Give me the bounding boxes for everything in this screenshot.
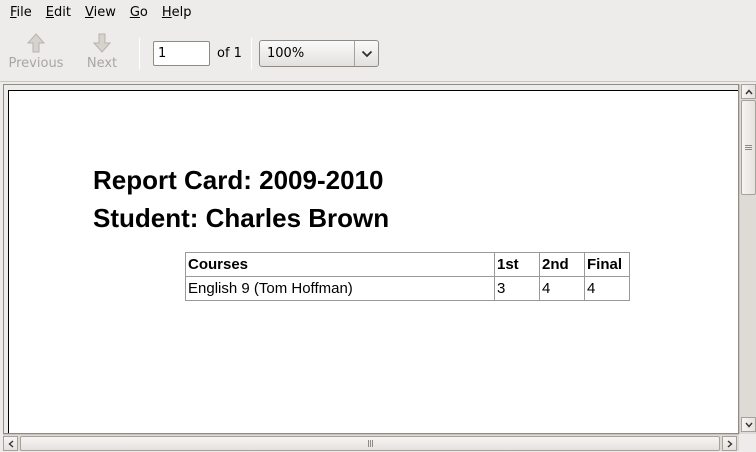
scroll-down-button[interactable]: [741, 417, 756, 432]
header-2nd: 2nd: [539, 252, 585, 277]
next-button[interactable]: Next: [84, 32, 120, 78]
chevron-down-icon: [361, 50, 372, 57]
grades-table: Courses 1st 2nd Final English 9 (Tom Hof…: [185, 252, 630, 301]
cell-1st: 3: [494, 276, 540, 301]
table-row: English 9 (Tom Hoffman) 3 4 4: [185, 276, 630, 301]
cell-final: 4: [584, 276, 630, 301]
next-label: Next: [86, 56, 118, 71]
chevron-up-icon: [744, 88, 753, 94]
up-arrow-icon: [26, 33, 46, 53]
menu-help[interactable]: Help: [155, 0, 199, 26]
chevron-left-icon: [7, 439, 13, 448]
report-title: Report Card: 2009-2010: [93, 165, 384, 195]
scroll-up-button[interactable]: [741, 84, 756, 99]
document-viewport[interactable]: Report Card: 2009-2010 Student: Charles …: [3, 84, 739, 434]
scrollbar-corner: [739, 434, 756, 452]
scroll-right-button[interactable]: [722, 436, 737, 451]
toolbar: Previous Next of 1 100%: [0, 26, 756, 82]
down-arrow-icon: [92, 33, 112, 53]
menu-edit[interactable]: Edit: [39, 0, 78, 26]
scroll-left-button[interactable]: [3, 436, 18, 451]
grip-icon: [367, 440, 373, 447]
vertical-scrollbar[interactable]: [739, 84, 756, 434]
previous-label: Previous: [8, 56, 64, 71]
menu-bar: File Edit View Go Help: [0, 0, 756, 26]
cell-2nd: 4: [539, 276, 585, 301]
chevron-down-icon: [744, 422, 753, 428]
page-count-label: of 1: [217, 46, 242, 61]
horizontal-scrollbar[interactable]: [3, 434, 739, 451]
table-header-row: Courses 1st 2nd Final: [185, 252, 630, 277]
menu-view[interactable]: View: [78, 0, 123, 26]
cell-course: English 9 (Tom Hoffman): [185, 276, 495, 301]
menu-go[interactable]: Go: [123, 0, 155, 26]
toolbar-separator: [251, 38, 252, 70]
zoom-dropdown-button[interactable]: [354, 41, 378, 66]
header-final: Final: [584, 252, 630, 277]
menu-file[interactable]: File: [3, 0, 39, 26]
student-name: Student: Charles Brown: [93, 203, 390, 233]
previous-button[interactable]: Previous: [8, 32, 64, 78]
horizontal-scroll-thumb[interactable]: [20, 436, 720, 451]
header-1st: 1st: [494, 252, 540, 277]
zoom-value: 100%: [267, 46, 305, 61]
header-courses: Courses: [185, 252, 495, 277]
page-number-input[interactable]: [153, 41, 210, 66]
zoom-select[interactable]: 100%: [259, 40, 379, 67]
grip-icon: [745, 145, 752, 150]
chevron-right-icon: [727, 439, 733, 448]
document-page: Report Card: 2009-2010 Student: Charles …: [8, 90, 738, 433]
toolbar-separator: [139, 38, 140, 70]
vertical-scroll-thumb[interactable]: [741, 100, 756, 195]
